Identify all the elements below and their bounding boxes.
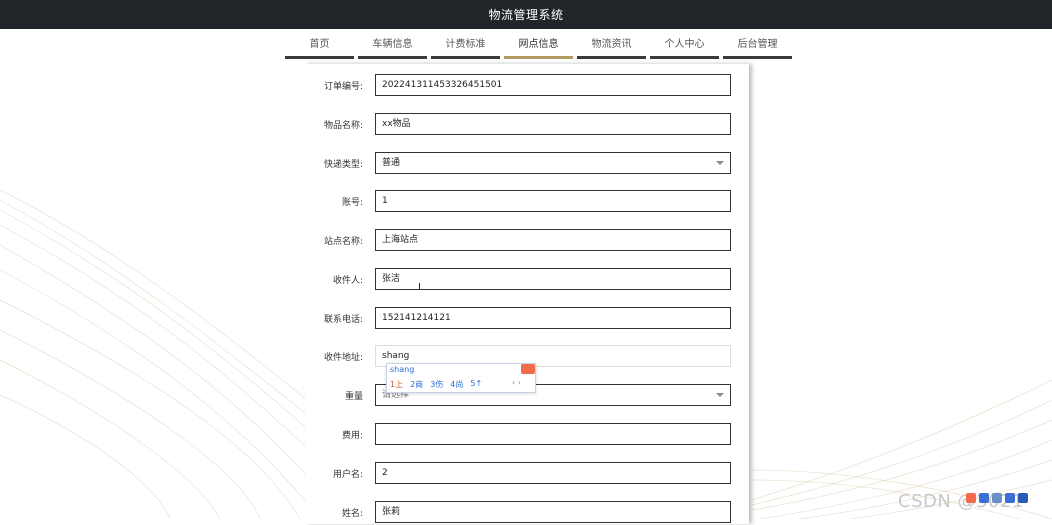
ime-candidate[interactable]: 3伤 — [430, 379, 443, 390]
station-name-label: 站点名称: — [323, 237, 363, 247]
ime-tray — [966, 493, 1028, 503]
username-label: 用户名: — [332, 470, 363, 480]
ime-tray-logo-icon[interactable] — [966, 493, 976, 503]
receiver-label: 收件人: — [332, 276, 363, 286]
tab-vehicles[interactable]: 车辆信息 — [358, 38, 427, 59]
order-no-input[interactable]: 20224131145332645150​1 — [375, 74, 731, 96]
ime-candidate[interactable]: 5↑ — [470, 379, 482, 390]
account-label: 账号: — [341, 198, 363, 208]
item-name-label: 物品名称: — [323, 121, 363, 131]
ime-candidate[interactable]: 2商 — [410, 379, 423, 390]
order-form: 订单编号: 20224131145332645150​1 物品名称: xx物品 … — [305, 64, 749, 524]
app-title: 物流管理系统 — [488, 8, 564, 22]
ime-logo-icon — [521, 364, 535, 374]
ime-candidate[interactable]: 4尚 — [450, 379, 463, 390]
tab-pricing[interactable]: 计费标准 — [431, 38, 500, 59]
text-cursor-icon: I — [418, 282, 421, 293]
tab-news[interactable]: 物流资讯 — [577, 38, 646, 59]
row-receiver: 收件人: 张洁 — [305, 268, 749, 292]
fee-input[interactable] — [375, 423, 731, 445]
ime-tray-punct-icon[interactable] — [992, 493, 1002, 503]
phone-input[interactable]: 152141214121 — [375, 307, 731, 329]
address-label: 收件地址: — [323, 353, 363, 363]
row-station-name: 站点名称: 上海站点 — [305, 229, 749, 253]
item-name-input[interactable]: xx物品 — [375, 113, 731, 135]
fee-label: 费用: — [341, 431, 363, 441]
username-input[interactable]: 2 — [375, 462, 731, 484]
chevron-down-icon — [716, 393, 724, 397]
row-name: 姓名: 张莉 — [305, 501, 749, 525]
main-nav: 首页 车辆信息 计费标准 网点信息 物流资讯 个人中心 后台管理 — [285, 38, 792, 60]
row-fee: 费用: — [305, 423, 749, 447]
row-phone: 联系电话: 152141214121 — [305, 307, 749, 331]
order-no-label: 订单编号: — [323, 82, 363, 92]
tab-profile[interactable]: 个人中心 — [650, 38, 719, 59]
express-type-select[interactable]: 普通 — [375, 152, 731, 174]
ime-page-arrows-icon[interactable]: ‹ › — [512, 378, 521, 387]
ime-tray-lang-icon[interactable] — [979, 493, 989, 503]
row-account: 账号: 1 — [305, 190, 749, 214]
chevron-down-icon — [716, 161, 724, 165]
row-order-no: 订单编号: 20224131145332645150​1 — [305, 74, 749, 98]
ime-tray-keyboard-icon[interactable] — [1005, 493, 1015, 503]
weight-label: 重量 — [344, 392, 363, 402]
receiver-input[interactable]: 张洁 — [375, 268, 731, 290]
express-type-label: 快递类型: — [323, 160, 363, 170]
ime-tray-settings-icon[interactable] — [1018, 493, 1028, 503]
row-username: 用户名: 2 — [305, 462, 749, 486]
account-input[interactable]: 1 — [375, 190, 731, 212]
name-label: 姓名: — [341, 509, 363, 519]
ime-candidate[interactable]: 1上 — [390, 379, 403, 390]
express-type-value: 普通 — [382, 158, 401, 168]
tab-home[interactable]: 首页 — [285, 38, 354, 59]
tab-admin[interactable]: 后台管理 — [723, 38, 792, 59]
ime-candidate-popup[interactable]: shang 1上 2商 3伤 4尚 5↑ ‹ › — [386, 363, 536, 393]
tab-outlets[interactable]: 网点信息 — [504, 38, 573, 59]
station-name-input[interactable]: 上海站点 — [375, 229, 731, 251]
name-input[interactable]: 张莉 — [375, 501, 731, 523]
row-express-type: 快递类型: 普通 — [305, 152, 749, 176]
row-item-name: 物品名称: xx物品 — [305, 113, 749, 137]
ime-candidates: 1上 2商 3伤 4尚 5↑ — [390, 379, 482, 390]
ime-composition: shang — [390, 365, 415, 374]
phone-label: 联系电话: — [323, 315, 363, 325]
app-header: 物流管理系统 — [0, 0, 1052, 29]
